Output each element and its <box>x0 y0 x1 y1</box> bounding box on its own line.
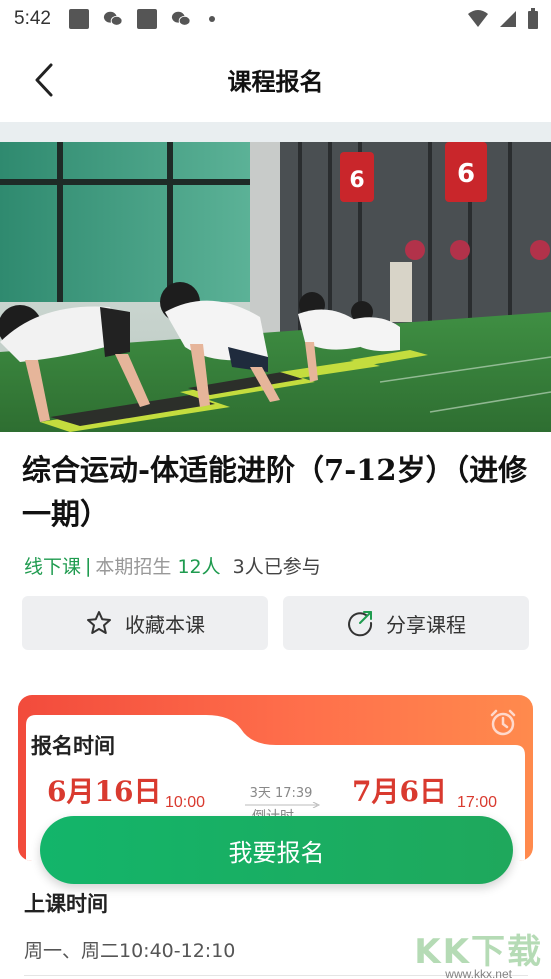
square-icon <box>68 9 89 29</box>
wechat-icon <box>103 9 123 29</box>
class-time-value: 周一、周二10:40-12:10 <box>24 940 236 962</box>
alarm-clock-icon <box>490 709 516 736</box>
joined-count: 3人已参与 <box>232 556 321 578</box>
dot-icon <box>208 16 215 22</box>
app-header: 课程报名 <box>0 38 551 122</box>
favorite-label: 收藏本课 <box>125 612 205 637</box>
end-time: 17:00 <box>457 794 498 811</box>
share-label: 分享课程 <box>386 612 466 637</box>
course-cover-image: 6 6 <box>0 122 551 432</box>
page-title: 课程报名 <box>227 67 324 96</box>
enroll-count: 12人 <box>177 556 221 578</box>
square-icon <box>136 9 157 29</box>
course-meta: 线下课 | 本期招生 12人 3人已参与 <box>24 552 321 579</box>
registration-title: 报名时间 <box>31 733 115 758</box>
hero-sign-text: 6 <box>457 159 475 189</box>
wechat-icon <box>171 9 191 29</box>
class-time-title: 上课时间 <box>24 891 108 916</box>
course-mode: 线下课 <box>24 556 82 578</box>
meta-separator: | <box>85 554 92 577</box>
favorite-button[interactable]: 收藏本课 <box>22 596 268 650</box>
enroll-button[interactable]: 我要报名 <box>40 816 513 884</box>
share-button[interactable]: 分享课程 <box>283 596 529 650</box>
countdown-value: 3天 17:39 <box>249 786 313 801</box>
hero-sign-text: 6 <box>349 168 364 193</box>
end-date: 7月6日 <box>352 775 447 808</box>
status-bar: 5:42 <box>0 0 551 38</box>
status-time: 5:42 <box>14 8 51 29</box>
signal-icon <box>499 9 517 33</box>
start-time: 10:00 <box>165 794 206 811</box>
wifi-icon <box>467 9 489 33</box>
battery-icon <box>527 8 539 34</box>
star-icon <box>87 611 111 634</box>
watermark: KK下载 www.kkx.net <box>414 924 543 979</box>
watermark-logo: KK下载 <box>414 932 543 972</box>
share-icon <box>348 611 373 637</box>
start-date: 6月16日 <box>47 775 162 808</box>
enroll-label: 本期招生 <box>95 556 172 578</box>
course-title: 综合运动-体适能进阶（7-12岁）（进修一期） <box>22 453 528 531</box>
